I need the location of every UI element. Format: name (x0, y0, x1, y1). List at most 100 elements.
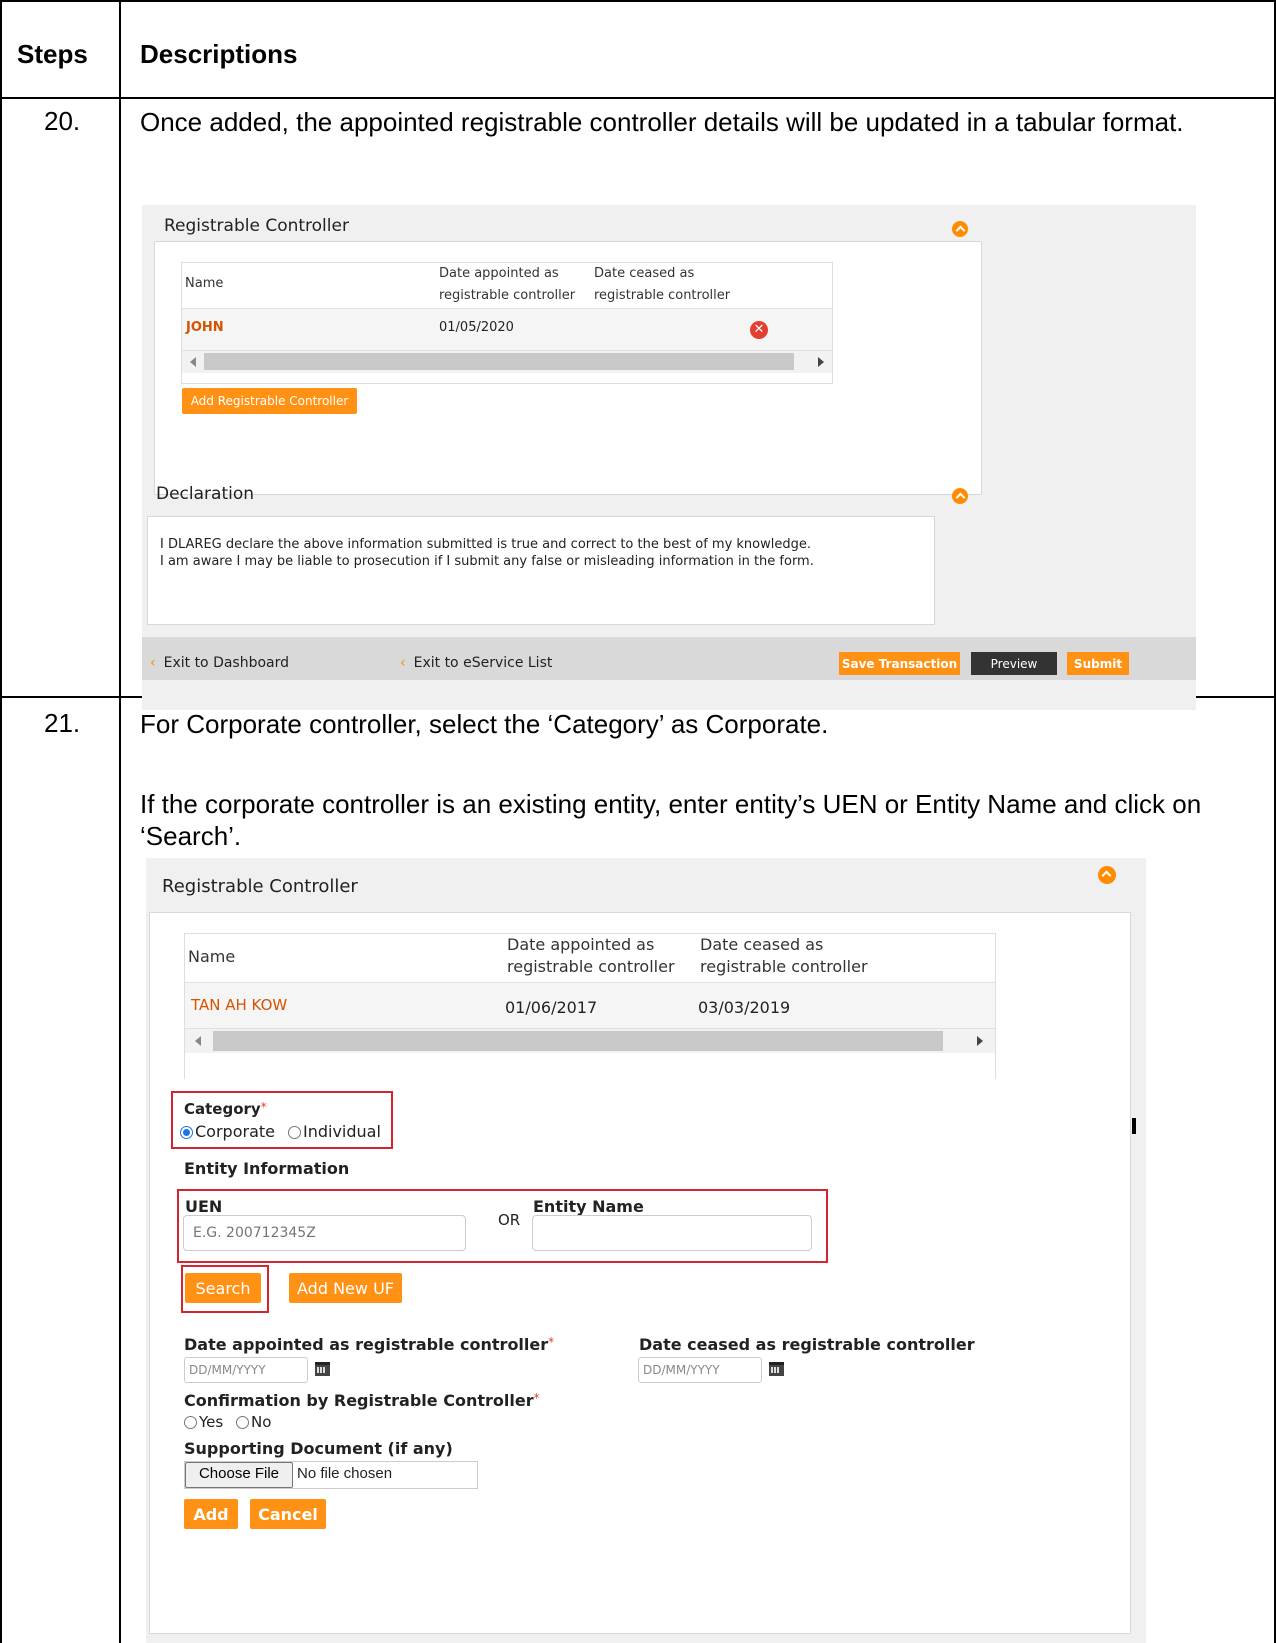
calendar-icon[interactable] (315, 1362, 330, 1376)
declaration-title: Declaration (156, 484, 255, 504)
date-appointed-label: Date appointed as registrable controller… (184, 1335, 554, 1354)
search-button[interactable]: Search (185, 1273, 261, 1303)
date-ceased-label: Date ceased as registrable controller (639, 1335, 975, 1354)
section-title: Registrable Controller (162, 876, 358, 897)
corporate-label: Corporate (195, 1122, 275, 1141)
category-option-individual[interactable]: Individual (288, 1122, 381, 1141)
confirmation-label: Confirmation by Registrable Controller* (184, 1391, 540, 1410)
individual-label: Individual (303, 1122, 381, 1141)
col-ceased-header: Date ceased as registrable controller (700, 935, 868, 976)
controller-panel: Name Date appointed as registrable contr… (154, 241, 982, 495)
entity-information-text: Entity Information (184, 1159, 350, 1178)
file-input[interactable]: Choose File No file chosen (184, 1461, 478, 1489)
col-name-header: Name (188, 947, 236, 966)
declaration-line-1: I DLAREG declare the above information s… (160, 537, 811, 552)
collapse-icon[interactable] (952, 488, 968, 504)
scroll-right-icon[interactable] (818, 357, 824, 367)
add-new-uf-button[interactable]: Add New UF (289, 1273, 402, 1303)
side-tab-handle[interactable] (1132, 1118, 1136, 1134)
radio-selected-icon[interactable] (180, 1126, 193, 1139)
step20-description: Once added, the appointed registrable co… (140, 107, 1184, 137)
declaration-panel: I DLAREG declare the above information s… (147, 516, 935, 625)
table-left-border (0, 0, 2, 1643)
exit-to-dashboard-link[interactable]: ‹ Exit to Dashboard (150, 655, 289, 671)
radio-icon[interactable] (288, 1126, 301, 1139)
preview-button[interactable]: Preview (971, 652, 1057, 675)
radio-icon[interactable] (184, 1416, 197, 1429)
collapse-icon[interactable] (952, 221, 968, 237)
required-marker: * (260, 1100, 267, 1114)
entity-name-input[interactable] (532, 1215, 812, 1251)
section-title: Registrable Controller (164, 216, 349, 236)
table-top-border (0, 0, 1276, 2)
step21-description-line2: If the corporate controller is an existi… (140, 789, 1202, 851)
header-bottom-border (0, 97, 1276, 99)
file-status: No file chosen (297, 1465, 393, 1482)
entity-information-label: Entity Information (184, 1159, 349, 1178)
step-number-20: 20. (44, 106, 81, 136)
chevron-left-icon: ‹ (400, 655, 406, 671)
collapse-icon[interactable] (1098, 866, 1116, 884)
or-text: OR (498, 1211, 521, 1229)
row-name-link[interactable]: TAN AH KOW (191, 996, 287, 1014)
row-name-link[interactable]: JOHN (186, 320, 224, 335)
controller-table: Name Date appointed as registrable contr… (184, 933, 996, 1079)
remove-icon[interactable]: ✕ (750, 321, 768, 339)
uen-input[interactable] (183, 1215, 466, 1251)
entity-name-label-text: Entity Name (533, 1197, 644, 1216)
date-ceased-input[interactable]: DD/MM/YYYY (638, 1357, 762, 1383)
cancel-button[interactable]: Cancel (250, 1499, 326, 1529)
screenshot-step20: Registrable Controller Name Date appoint… (142, 205, 1196, 710)
add-registrable-controller-button[interactable]: Add Registrable Controller (182, 388, 357, 414)
scroll-thumb[interactable] (204, 353, 794, 370)
horizontal-scrollbar[interactable] (182, 350, 832, 373)
category-label: Category* (184, 1100, 267, 1118)
row-ceased-date: 03/03/2019 (698, 998, 791, 1017)
step-number-21: 21. (44, 708, 81, 738)
col-appointed-header: Date appointed as registrable controller (507, 935, 675, 976)
supporting-document-text: Supporting Document (if any) (184, 1439, 453, 1458)
category-option-corporate[interactable]: Corporate (180, 1122, 275, 1141)
required-marker: * (548, 1335, 555, 1349)
date-appointed-input[interactable]: DD/MM/YYYY (184, 1357, 308, 1383)
exit-dashboard-label: Exit to Dashboard (163, 655, 290, 671)
scroll-thumb[interactable] (213, 1031, 943, 1051)
footer-bar: ‹ Exit to Dashboard ‹ Exit to eService Lis… (142, 637, 1196, 680)
no-label: No (251, 1413, 272, 1431)
scroll-left-icon[interactable] (195, 1036, 201, 1046)
col-ceased-header: Date ceased as registrable controller (594, 266, 731, 303)
date-ceased-text: Date ceased as registrable controller (639, 1335, 975, 1354)
controller-form-panel: Name Date appointed as registrable contr… (149, 912, 1131, 1634)
step21-description-line1: For Corporate controller, select the ‘Ca… (140, 709, 829, 739)
screenshot-step21: Registrable Controller Name Date appoint… (146, 858, 1146, 1643)
declaration-line-2: I am aware I may be liable to prosecutio… (160, 554, 814, 568)
uen-label: UEN (185, 1197, 222, 1216)
confirmation-option-yes[interactable]: Yes (184, 1413, 223, 1431)
horizontal-scrollbar[interactable] (185, 1028, 995, 1053)
radio-icon[interactable] (236, 1416, 249, 1429)
row-appointed-date: 01/06/2017 (505, 998, 598, 1017)
col-appointed-header: Date appointed as registrable controller (439, 266, 576, 303)
entity-name-label: Entity Name (533, 1197, 644, 1216)
exit-to-eservice-link[interactable]: ‹ Exit to eService List (400, 655, 552, 671)
descriptions-header: Descriptions (140, 39, 298, 69)
calendar-icon[interactable] (769, 1362, 784, 1376)
save-transaction-button[interactable]: Save Transaction (839, 652, 960, 675)
supporting-document-label: Supporting Document (if any) (184, 1439, 453, 1458)
confirmation-text: Confirmation by Registrable Controller (184, 1391, 534, 1410)
submit-button[interactable]: Submit (1067, 652, 1129, 675)
confirmation-option-no[interactable]: No (236, 1413, 271, 1431)
controller-table: Name Date appointed as registrable contr… (181, 262, 833, 384)
scroll-left-icon[interactable] (190, 357, 196, 367)
column-divider (119, 0, 121, 1643)
exit-eservice-label: Exit to eService List (413, 655, 553, 671)
category-label-text: Category (184, 1100, 261, 1118)
uen-label-text: UEN (185, 1197, 223, 1216)
chevron-left-icon: ‹ (150, 655, 156, 671)
scroll-right-icon[interactable] (977, 1036, 983, 1046)
required-marker: * (533, 1391, 540, 1405)
add-button[interactable]: Add (184, 1499, 238, 1529)
date-appointed-text: Date appointed as registrable controller (184, 1335, 549, 1354)
choose-file-button[interactable]: Choose File (185, 1462, 293, 1488)
row-appointed-date: 01/05/2020 (439, 320, 514, 335)
